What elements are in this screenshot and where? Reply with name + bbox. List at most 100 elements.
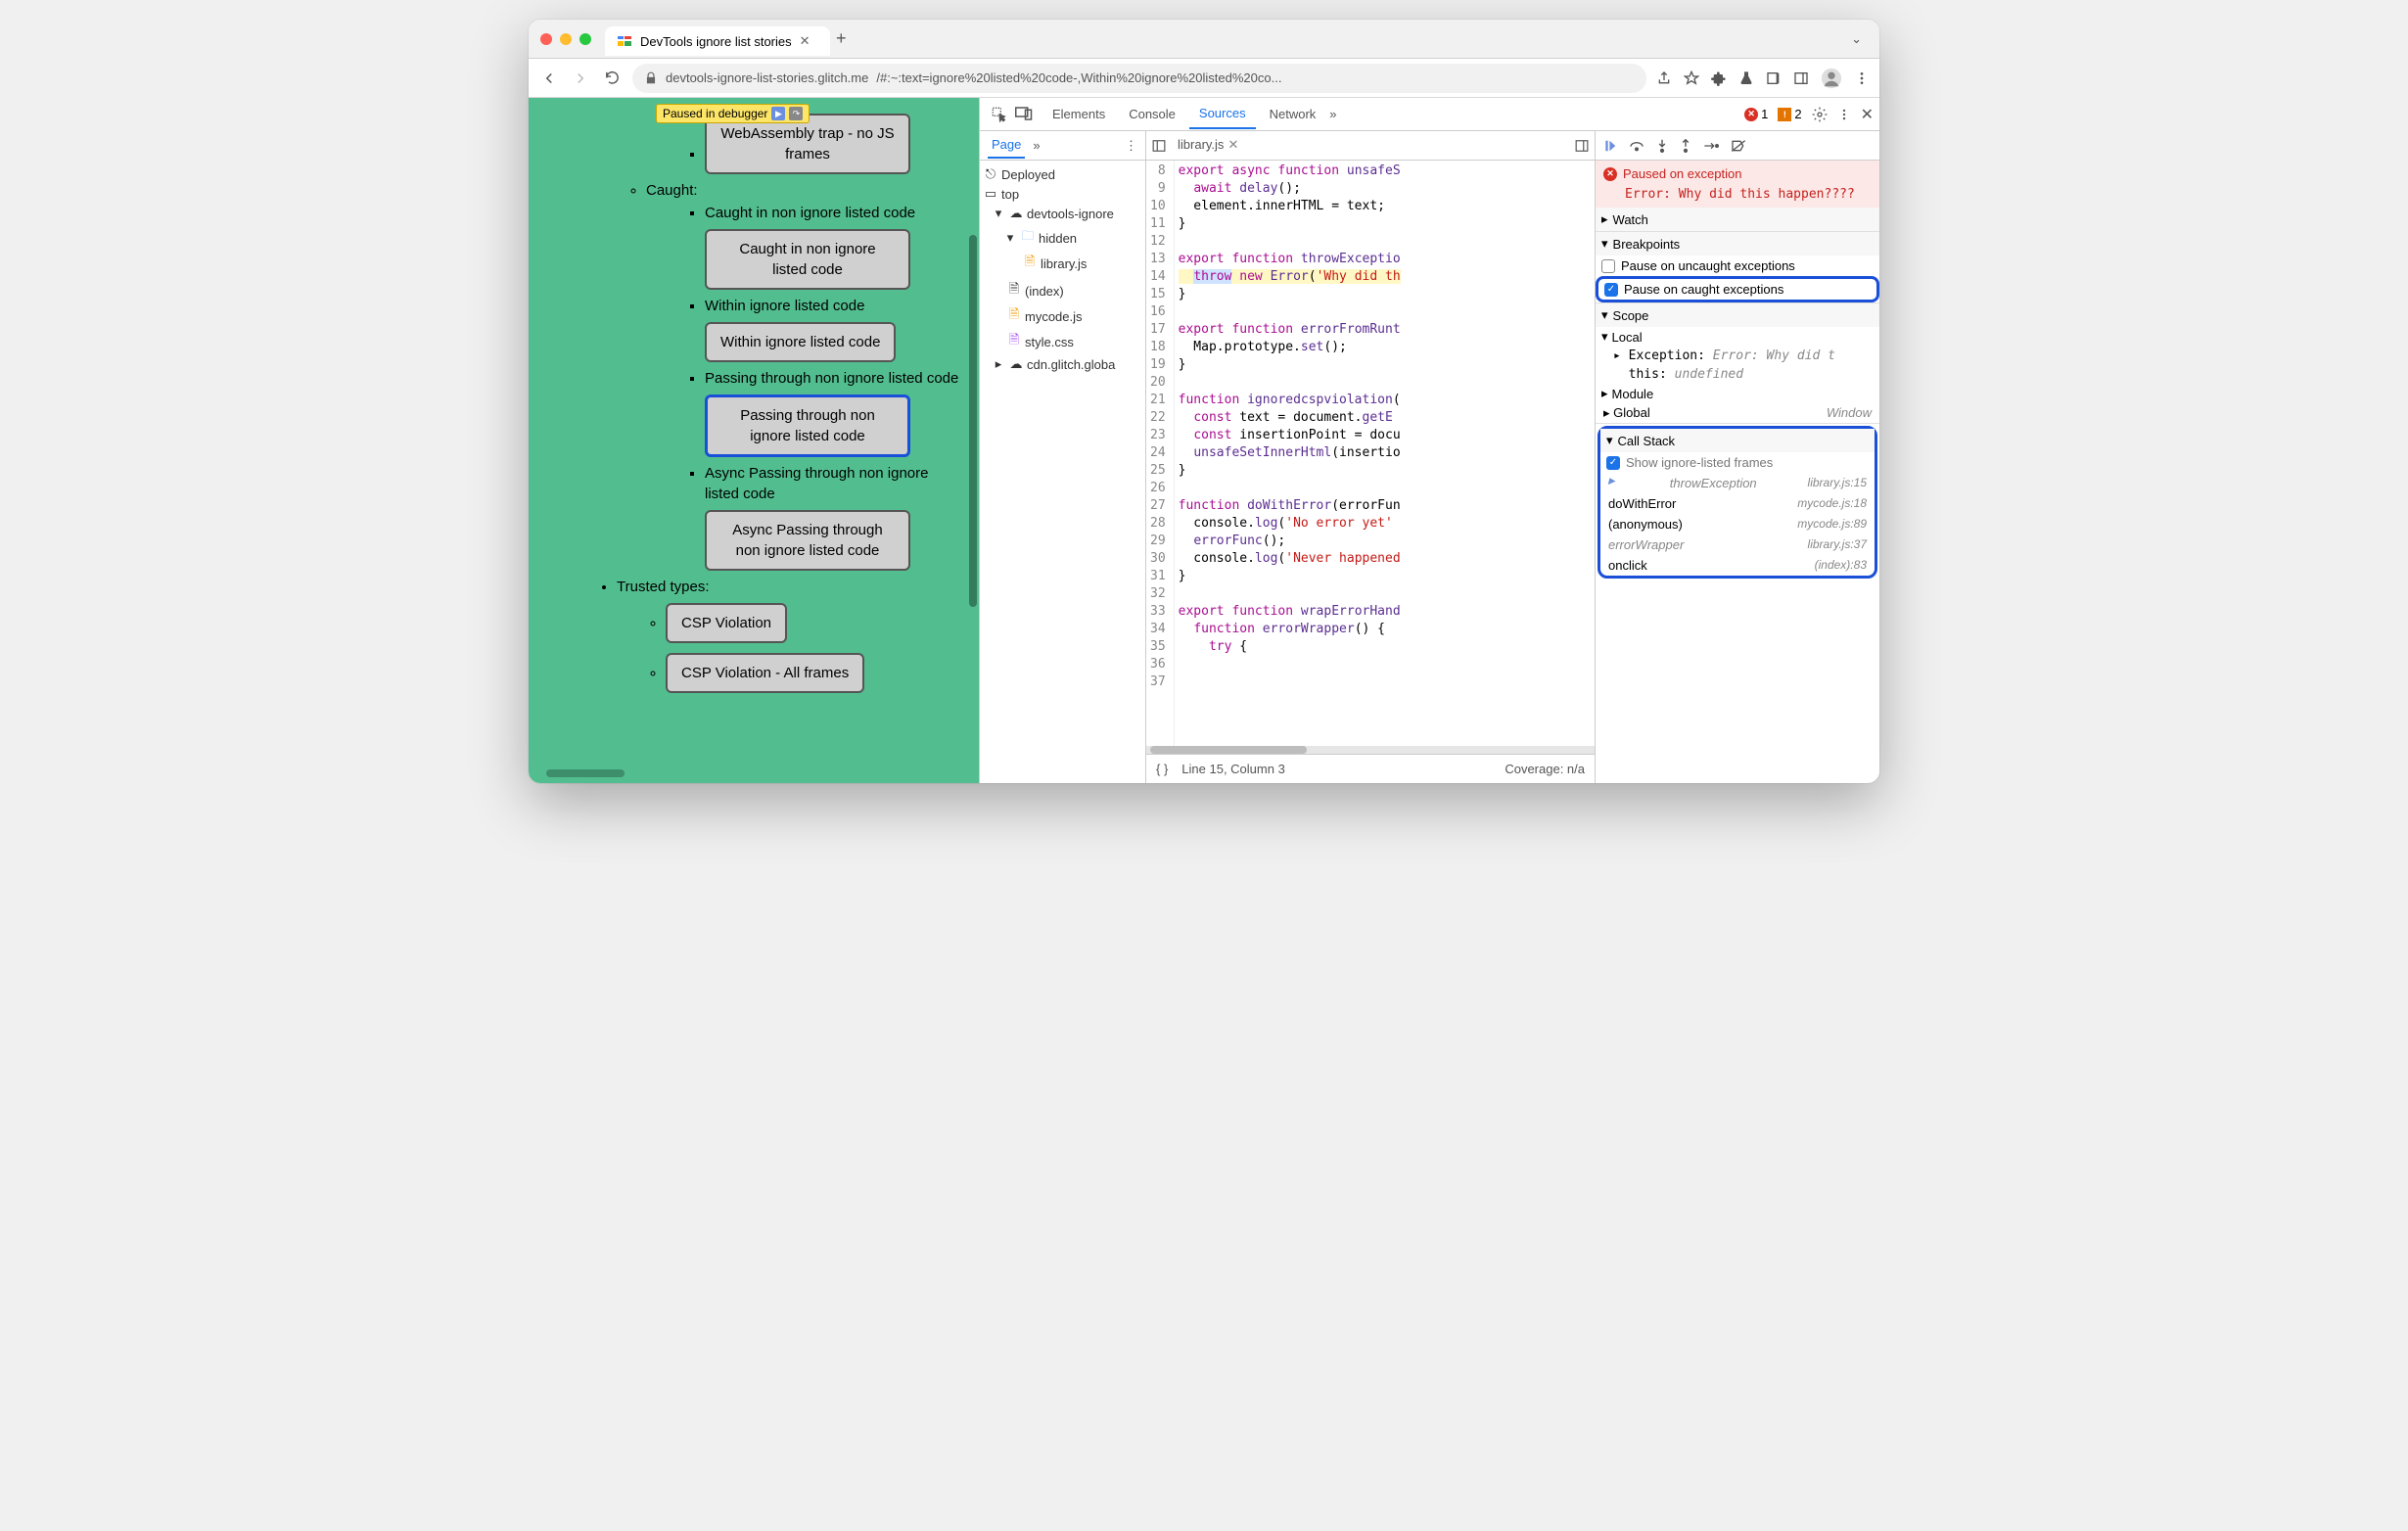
kebab-menu-icon[interactable]: ⋮	[1125, 138, 1137, 154]
resume-button[interactable]	[1603, 139, 1617, 153]
tab-strip: DevTools ignore list stories ✕	[605, 22, 830, 56]
tab-sources[interactable]: Sources	[1189, 99, 1256, 129]
resume-icon[interactable]: ▶	[771, 107, 785, 120]
reading-list-icon[interactable]	[1766, 70, 1782, 86]
scope-local[interactable]: ▾Local	[1596, 327, 1879, 347]
step-button[interactable]	[1703, 140, 1719, 152]
toggle-debugger-icon[interactable]	[1575, 139, 1589, 153]
checkbox-on-icon: ✓	[1604, 283, 1618, 297]
maximize-window-button[interactable]	[579, 33, 591, 45]
close-window-button[interactable]	[540, 33, 552, 45]
tab-console[interactable]: Console	[1119, 100, 1185, 128]
tree-deployed[interactable]: ⎋Deployed	[982, 164, 1143, 184]
profile-avatar-icon[interactable]	[1821, 68, 1842, 89]
debugger-pane: ✕ Paused on exception Error: Why did thi…	[1596, 131, 1879, 783]
paused-message: Error: Why did this happen????	[1625, 187, 1872, 202]
side-panel-icon[interactable]	[1793, 70, 1809, 86]
chevron-down-icon: ▾	[1601, 236, 1608, 252]
share-icon[interactable]	[1656, 70, 1672, 86]
callstack-header[interactable]: ▾Call Stack	[1600, 429, 1875, 452]
js-file-icon: 🗎	[1007, 305, 1021, 327]
tree-file-library[interactable]: 🗎library.js	[990, 251, 1141, 276]
tree-file-style[interactable]: 🗎style.css	[982, 329, 1143, 354]
more-tabs-icon[interactable]: »	[1329, 107, 1336, 121]
kebab-menu-icon[interactable]	[1854, 70, 1870, 86]
content-area: Paused in debugger ▶ ↷ WebAssembly trap …	[529, 98, 1879, 783]
tab-network[interactable]: Network	[1260, 100, 1326, 128]
tree-origin[interactable]: ▾☁devtools-ignore	[982, 204, 1143, 223]
settings-gear-icon[interactable]	[1812, 107, 1828, 122]
lock-icon	[644, 71, 658, 85]
bookmark-star-icon[interactable]	[1684, 70, 1699, 86]
issue-count[interactable]: !2	[1778, 107, 1801, 121]
step-icon[interactable]: ↷	[789, 107, 803, 120]
scope-global[interactable]: ▸ GlobalWindow	[1596, 403, 1879, 423]
page-button[interactable]: CSP Violation	[666, 603, 787, 643]
stack-frame[interactable]: onclick(index):83	[1600, 555, 1875, 576]
close-devtools-icon[interactable]: ✕	[1861, 105, 1874, 124]
show-ignored-frames-checkbox[interactable]: ✓ Show ignore-listed frames	[1600, 452, 1875, 473]
browser-tab[interactable]: DevTools ignore list stories ✕	[605, 26, 830, 56]
rendered-page: Paused in debugger ▶ ↷ WebAssembly trap …	[529, 98, 979, 783]
scope-exception[interactable]: ▸ Exception: Error: Why did t	[1596, 347, 1879, 365]
editor-status-bar: { } Line 15, Column 3 Coverage: n/a	[1146, 754, 1595, 783]
file-icon: 🗎	[1007, 280, 1021, 302]
minimize-window-button[interactable]	[560, 33, 572, 45]
pause-uncaught-checkbox[interactable]: Pause on uncaught exceptions	[1596, 255, 1879, 276]
page-button[interactable]: Within ignore listed code	[705, 322, 896, 362]
watch-section-header[interactable]: ▸Watch	[1596, 208, 1879, 231]
horizontal-scrollbar[interactable]	[546, 769, 625, 777]
new-tab-button[interactable]: +	[836, 28, 847, 49]
stack-frame[interactable]: errorWrapperlibrary.js:37	[1600, 534, 1875, 555]
scope-section-header[interactable]: ▾Scope	[1596, 303, 1879, 327]
list-item: Async Passing through non ignore listed …	[705, 463, 959, 504]
editor-horizontal-scrollbar[interactable]	[1146, 746, 1595, 754]
tree-top[interactable]: ▭top	[982, 184, 1143, 204]
address-bar[interactable]: devtools-ignore-list-stories.glitch.me /…	[632, 64, 1646, 93]
close-tab-icon[interactable]: ✕	[800, 33, 810, 49]
toggle-navigator-icon[interactable]	[1152, 139, 1166, 153]
editor-tab-library[interactable]: library.js ✕	[1172, 133, 1244, 159]
frame-icon: ▭	[984, 186, 997, 202]
stack-frame[interactable]: (anonymous)mycode.js:89	[1600, 514, 1875, 534]
code-editor[interactable]: 8910111213141516171819202122232425262728…	[1146, 161, 1595, 746]
page-button[interactable]: Caught in non ignore listed code	[705, 229, 910, 290]
url-path: /#:~:text=ignore%20listed%20code-,Within…	[876, 70, 1281, 85]
page-subtab[interactable]: Page	[988, 132, 1025, 159]
tree-origin-cdn[interactable]: ▸☁cdn.glitch.globa	[982, 354, 1143, 374]
back-button[interactable]	[538, 70, 560, 87]
tree-file-mycode[interactable]: 🗎mycode.js	[982, 303, 1143, 329]
call-stack-section: ▾Call Stack ✓ Show ignore-listed frames …	[1598, 426, 1877, 579]
page-button[interactable]: CSP Violation - All frames	[666, 653, 864, 693]
extensions-puzzle-icon[interactable]	[1711, 70, 1727, 86]
tabs-overflow-icon[interactable]: ⌄	[1851, 31, 1862, 47]
forward-button[interactable]	[570, 70, 591, 87]
stack-frame[interactable]: throwExceptionlibrary.js:15	[1600, 473, 1875, 493]
folder-icon: 🗀	[1021, 227, 1035, 249]
labs-flask-icon[interactable]	[1738, 70, 1754, 86]
step-out-button[interactable]	[1680, 139, 1691, 153]
reload-button[interactable]	[601, 70, 623, 86]
breakpoints-section-header[interactable]: ▾Breakpoints	[1596, 232, 1879, 255]
css-file-icon: 🗎	[1007, 331, 1021, 352]
tree-folder-hidden[interactable]: ▾🗀hidden	[990, 225, 1141, 251]
error-count[interactable]: ✕1	[1744, 107, 1768, 121]
pretty-print-icon[interactable]: { }	[1156, 762, 1168, 776]
browser-window: DevTools ignore list stories ✕ + ⌄ devto…	[529, 20, 1879, 783]
pause-caught-checkbox[interactable]: ✓ Pause on caught exceptions	[1596, 276, 1879, 302]
kebab-menu-icon[interactable]	[1837, 108, 1851, 121]
tab-elements[interactable]: Elements	[1042, 100, 1115, 128]
step-into-button[interactable]	[1656, 139, 1668, 153]
inspect-element-icon[interactable]	[992, 107, 1007, 122]
more-subtabs-icon[interactable]: »	[1033, 138, 1040, 153]
vertical-scrollbar[interactable]	[969, 235, 977, 607]
page-button-highlighted[interactable]: Passing through non ignore listed code	[705, 394, 910, 457]
page-button[interactable]: Async Passing through non ignore listed …	[705, 510, 910, 571]
deactivate-breakpoints-button[interactable]	[1731, 139, 1746, 153]
close-tab-icon[interactable]: ✕	[1227, 137, 1238, 153]
device-toolbar-icon[interactable]	[1015, 107, 1033, 122]
scope-module[interactable]: ▸Module	[1596, 384, 1879, 403]
stack-frame[interactable]: doWithErrormycode.js:18	[1600, 493, 1875, 514]
tree-file-index[interactable]: 🗎(index)	[982, 278, 1143, 303]
step-over-button[interactable]	[1629, 139, 1644, 153]
